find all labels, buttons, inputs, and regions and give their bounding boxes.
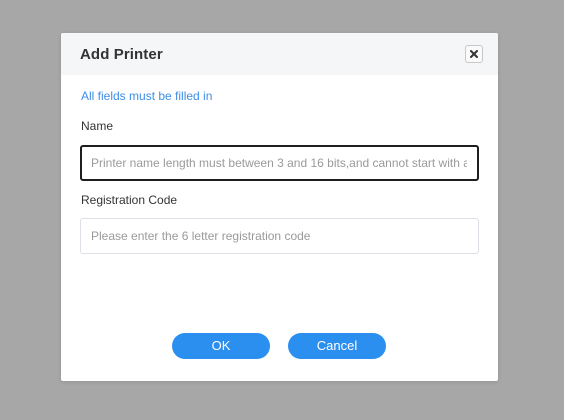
name-label: Name — [81, 119, 114, 133]
ok-button[interactable]: OK — [172, 333, 270, 359]
dialog-title: Add Printer — [80, 46, 163, 63]
registration-code-input[interactable] — [80, 218, 479, 254]
printer-name-input[interactable] — [80, 145, 479, 181]
close-icon — [470, 50, 478, 58]
dialog-header: Add Printer — [61, 33, 498, 75]
registration-code-label: Registration Code — [81, 193, 178, 207]
required-hint: All fields must be filled in — [81, 89, 213, 103]
add-printer-dialog: Add Printer All fields must be filled in… — [61, 33, 498, 381]
close-button[interactable] — [465, 45, 483, 63]
cancel-button[interactable]: Cancel — [288, 333, 386, 359]
